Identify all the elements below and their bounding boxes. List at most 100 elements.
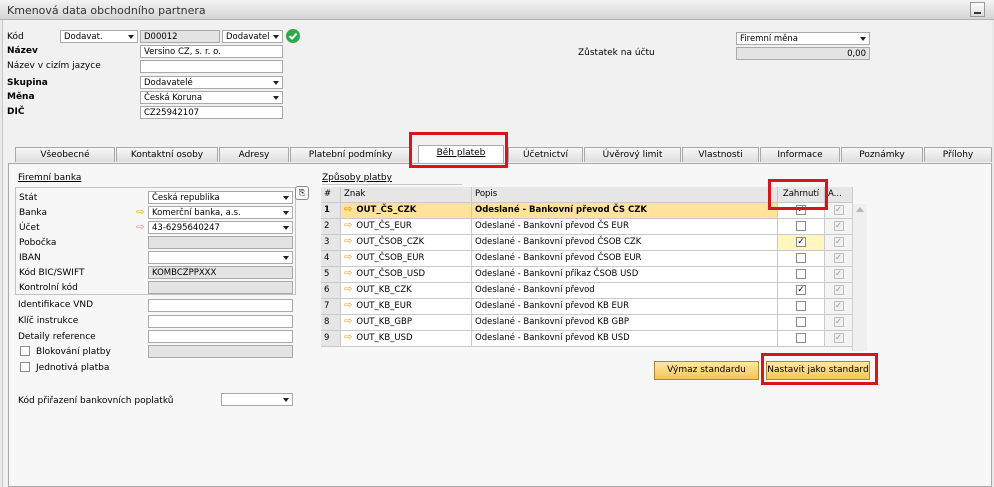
nazev-field[interactable]: Versino CZ, s. r. o. — [140, 45, 283, 58]
row-number[interactable]: 5 — [321, 267, 341, 283]
row-zahrnuti[interactable]: ✓ — [778, 235, 825, 251]
link-icon[interactable]: ⎘ — [295, 186, 309, 200]
tab-ucetnictvi[interactable]: Účetnictví — [508, 147, 583, 162]
dic-field[interactable]: CZ25942107 — [140, 106, 283, 119]
row-popis[interactable]: Odeslané - Bankovní převod ČS CZK — [472, 203, 778, 219]
zahrnuti-checkbox[interactable]: ✓ — [796, 236, 806, 247]
znak-link-arrow-icon[interactable]: ⇨ — [344, 333, 352, 343]
ucet-link-arrow-icon[interactable]: ⇨ — [136, 223, 144, 233]
tab-adresy[interactable]: Adresy — [219, 147, 289, 162]
iban-select[interactable] — [148, 251, 293, 264]
row-number[interactable]: 2 — [321, 219, 341, 235]
znak-link-arrow-icon[interactable]: ⇨ — [344, 285, 352, 295]
row-znak[interactable]: ⇨ OUT_ČSOB_EUR — [341, 251, 472, 267]
znak-link-arrow-icon[interactable]: ⇨ — [344, 317, 352, 327]
tab-informace[interactable]: Informace — [760, 147, 840, 162]
poplatky-select[interactable] — [221, 393, 293, 406]
row-number[interactable]: 6 — [321, 283, 341, 299]
tab-kontaktni-osoby[interactable]: Kontaktní osoby — [116, 147, 218, 162]
mena-label: Měna — [7, 92, 35, 102]
kod-field[interactable]: D00012 — [140, 30, 220, 43]
row-zahrnuti[interactable] — [778, 267, 825, 283]
pobocka-label: Pobočka — [19, 238, 57, 248]
row-popis[interactable]: Odeslané - Bankovní příkaz ČSOB USD — [472, 267, 778, 283]
znak-link-arrow-icon[interactable]: ⇨ — [344, 269, 352, 279]
poplatky-label: Kód přiřazení bankovních poplatků — [18, 396, 174, 406]
tab-prilohy[interactable]: Přílohy — [924, 147, 992, 162]
row-znak[interactable]: ⇨ OUT_KB_USD — [341, 331, 472, 347]
tab-poznamky[interactable]: Poznámky — [841, 147, 923, 162]
stat-select[interactable]: Česká republika — [148, 191, 293, 204]
row-zahrnuti[interactable] — [778, 251, 825, 267]
row-zahrnuti[interactable] — [778, 219, 825, 235]
ok-check-icon — [286, 29, 300, 43]
mena-select[interactable]: Česká Koruna — [140, 91, 283, 104]
row-zahrnuti[interactable] — [778, 299, 825, 315]
zahrnuti-checkbox[interactable] — [796, 252, 806, 263]
a-checkbox: ✓ — [833, 236, 844, 247]
detaily-field[interactable] — [148, 330, 293, 343]
kod-role-select[interactable]: Dodavatel — [222, 30, 283, 43]
col-header-popis[interactable]: Popis — [472, 187, 778, 203]
vymaz-standardu-button[interactable]: Výmaz standardu — [654, 361, 759, 380]
row-number[interactable]: 7 — [321, 299, 341, 315]
tab-platebni-podminky[interactable]: Platební podmínky — [290, 147, 411, 162]
row-znak[interactable]: ⇨ OUT_ČS_CZK — [341, 203, 472, 219]
row-number[interactable]: 1 — [321, 203, 341, 219]
row-znak[interactable]: ⇨ OUT_ČSOB_USD — [341, 267, 472, 283]
ucet-select[interactable]: 43-6295640247 — [148, 221, 293, 234]
row-znak[interactable]: ⇨ OUT_KB_GBP — [341, 315, 472, 331]
row-zahrnuti[interactable]: ✓ — [778, 283, 825, 299]
row-popis[interactable]: Odeslané - Bankovní převod KB GBP — [472, 315, 778, 331]
zahrnuti-checkbox[interactable] — [796, 268, 806, 279]
tab-vseobecne[interactable]: Všeobecné — [15, 147, 115, 162]
tab-uverovy-limit[interactable]: Úvěrový limit — [584, 147, 681, 162]
row-zahrnuti[interactable] — [778, 315, 825, 331]
col-header-a[interactable]: A... — [825, 187, 853, 203]
zahrnuti-checkbox[interactable] — [796, 316, 806, 327]
col-header-znak[interactable]: Znak — [341, 187, 472, 203]
znak-link-arrow-icon[interactable]: ⇨ — [344, 205, 352, 215]
row-popis[interactable]: Odeslané - Bankovní převod ČSOB EUR — [472, 251, 778, 267]
jednotliva-checkbox[interactable] — [20, 362, 30, 372]
kontrolni-field — [148, 281, 293, 294]
row-popis[interactable]: Odeslané - Bankovní převod KB EUR — [472, 299, 778, 315]
row-number[interactable]: 3 — [321, 235, 341, 251]
zahrnuti-checkbox[interactable] — [796, 300, 806, 311]
blokovani-checkbox[interactable] — [20, 346, 30, 356]
banka-link-arrow-icon[interactable]: ⇨ — [136, 208, 144, 218]
zahrnuti-checkbox[interactable] — [796, 332, 806, 343]
row-popis[interactable]: Odeslané - Bankovní převod KB USD — [472, 331, 778, 347]
znak-link-arrow-icon[interactable]: ⇨ — [344, 253, 352, 263]
window-title: Kmenová data obchodního partnera — [7, 4, 206, 17]
row-znak[interactable]: ⇨ OUT_KB_EUR — [341, 299, 472, 315]
row-number[interactable]: 9 — [321, 331, 341, 347]
row-znak[interactable]: ⇨ OUT_ČSOB_CZK — [341, 235, 472, 251]
row-popis[interactable]: Odeslané - Bankovní převod ČS EUR — [472, 219, 778, 235]
row-znak[interactable]: ⇨ OUT_ČS_EUR — [341, 219, 472, 235]
row-number[interactable]: 4 — [321, 251, 341, 267]
currency-select[interactable]: Firemní měna — [736, 32, 870, 45]
znak-link-arrow-icon[interactable]: ⇨ — [344, 301, 352, 311]
zahrnuti-checkbox[interactable] — [796, 220, 806, 231]
row-znak[interactable]: ⇨ OUT_KB_CZK — [341, 283, 472, 299]
klic-field[interactable] — [148, 315, 293, 328]
znak-link-arrow-icon[interactable]: ⇨ — [344, 221, 352, 231]
grid-scrollbar[interactable] — [852, 204, 867, 351]
minimize-button[interactable] — [970, 2, 985, 17]
row-zahrnuti[interactable] — [778, 331, 825, 347]
row-znak-text: OUT_ČSOB_USD — [356, 269, 426, 279]
zahrnuti-checkbox[interactable]: ✓ — [796, 284, 806, 295]
row-popis[interactable]: Odeslané - Bankovní převod — [472, 283, 778, 299]
nazev-ciz-field[interactable] — [140, 60, 283, 73]
tab-vlastnosti[interactable]: Vlastnosti — [682, 147, 759, 162]
skupina-select[interactable]: Dodavatelé — [140, 76, 283, 89]
vnd-field[interactable] — [148, 299, 293, 312]
kod-type-select[interactable]: Dodavat. — [60, 30, 138, 43]
znak-link-arrow-icon[interactable]: ⇨ — [344, 237, 352, 247]
row-popis[interactable]: Odeslané - Bankovní převod ČSOB CZK — [472, 235, 778, 251]
window-title-bar: Kmenová data obchodního partnera — [0, 0, 994, 20]
banka-select[interactable]: Komerční banka, a.s. — [148, 206, 293, 219]
col-header-num[interactable]: # — [321, 187, 341, 203]
row-number[interactable]: 8 — [321, 315, 341, 331]
